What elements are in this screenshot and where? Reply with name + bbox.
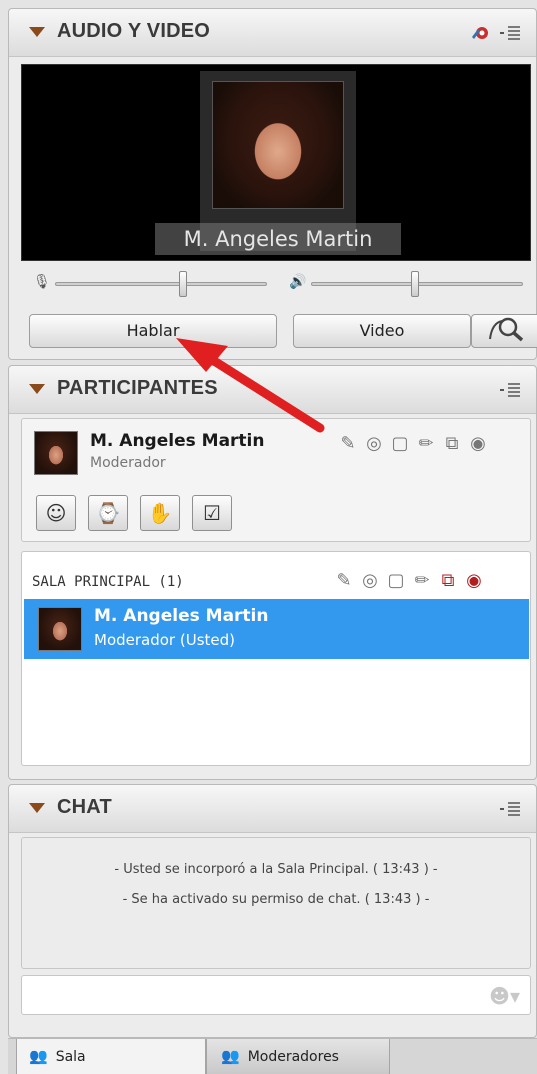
participant-role: Moderador (Usted) bbox=[94, 631, 235, 649]
collapse-caret-icon[interactable] bbox=[29, 384, 45, 394]
my-name: M. Angeles Martin bbox=[90, 431, 265, 451]
users-icon: 👥 bbox=[29, 1047, 48, 1065]
tab-moderadores-label: Moderadores bbox=[247, 1049, 339, 1065]
participants-header[interactable]: PARTICIPANTES bbox=[9, 366, 536, 414]
chat-panel: CHAT - Usted se incorporó a la Sala Prin… bbox=[8, 784, 537, 1038]
speaker-volume-slider[interactable]: 🔊 bbox=[285, 271, 531, 297]
emoticon-picker-icon[interactable]: ☻▾ bbox=[489, 984, 520, 1008]
web-permission-denied-icon[interactable]: ◉ bbox=[464, 570, 484, 591]
away-status-button[interactable]: ⌚ bbox=[88, 495, 128, 531]
zoom-magnifier-icon bbox=[489, 317, 524, 342]
raise-hand-button[interactable]: ✋ bbox=[140, 495, 180, 531]
pencil-permission-icon[interactable]: ✏ bbox=[412, 570, 432, 591]
talk-button[interactable]: Hablar bbox=[29, 314, 277, 348]
share-permission-denied-icon[interactable]: ⧉ bbox=[438, 570, 458, 591]
clock-user-icon: ⌚ bbox=[95, 501, 121, 525]
my-status-box: M. Angeles Martin Moderador ✎ ◎ ▢ ✏ ⧉ ◉ … bbox=[21, 418, 531, 542]
bottom-tabs: 👥 Sala 👥 Moderadores bbox=[8, 1038, 537, 1074]
audio-video-header[interactable]: AUDIO Y VIDEO bbox=[9, 9, 536, 57]
panel-menu-icon[interactable] bbox=[500, 799, 524, 823]
room-list: SALA PRINCIPAL (1) ✎ ◎ ▢ ✏ ⧉ ◉ M. Angele… bbox=[21, 551, 531, 766]
participant-row[interactable]: M. Angeles Martin Moderador (Usted) bbox=[24, 599, 529, 659]
video-zoom-button[interactable] bbox=[471, 314, 537, 348]
webcam-permission-icon[interactable]: ◎ bbox=[364, 433, 384, 454]
poll-button[interactable]: ☑ bbox=[192, 495, 232, 531]
tab-moderadores[interactable]: 👥 Moderadores bbox=[206, 1039, 390, 1074]
checkbox-icon: ☑ bbox=[203, 501, 221, 525]
participant-name: M. Angeles Martin bbox=[94, 606, 269, 626]
hand-icon: ✋ bbox=[147, 501, 173, 525]
video-button[interactable]: Video bbox=[293, 314, 471, 348]
chat-permission-icon[interactable]: ▢ bbox=[386, 570, 406, 591]
microphone-icon: 🎙 bbox=[33, 274, 51, 290]
panel-menu-icon[interactable] bbox=[500, 380, 524, 404]
avatar bbox=[38, 607, 82, 651]
collapse-caret-icon[interactable] bbox=[29, 803, 45, 813]
speaker-slider-thumb[interactable] bbox=[411, 271, 419, 297]
microphone-permission-icon[interactable]: ✎ bbox=[338, 433, 358, 454]
web-permission-icon[interactable]: ◉ bbox=[468, 433, 488, 454]
room-permission-icons: ✎ ◎ ▢ ✏ ⧉ ◉ bbox=[334, 570, 484, 591]
permission-icons: ✎ ◎ ▢ ✏ ⧉ ◉ bbox=[338, 433, 488, 454]
participants-title: PARTICIPANTES bbox=[57, 377, 218, 399]
chat-input-box[interactable]: ☻▾ bbox=[21, 975, 531, 1015]
audio-video-title: AUDIO Y VIDEO bbox=[57, 20, 211, 42]
microphone-slider-track[interactable] bbox=[55, 282, 267, 286]
speaker-icon: 🔊 bbox=[289, 274, 307, 290]
tab-sala[interactable]: 👥 Sala bbox=[16, 1039, 206, 1074]
avatar bbox=[34, 431, 78, 475]
collapse-caret-icon[interactable] bbox=[29, 27, 45, 37]
emotion-button[interactable]: ☺ bbox=[36, 495, 76, 531]
my-role: Moderador bbox=[90, 455, 166, 471]
room-title: SALA PRINCIPAL (1) bbox=[32, 574, 184, 590]
microphone-volume-slider[interactable]: 🎙 bbox=[29, 271, 275, 297]
chat-log: - Usted se incorporó a la Sala Principal… bbox=[21, 837, 531, 969]
settings-gear-icon bbox=[472, 27, 488, 39]
video-name-tag: M. Angeles Martin bbox=[155, 223, 401, 255]
video-area: M. Angeles Martin bbox=[21, 64, 531, 261]
chat-message: - Usted se incorporó a la Sala Principal… bbox=[114, 862, 438, 877]
users-icon: 👥 bbox=[221, 1047, 240, 1065]
chat-title: CHAT bbox=[57, 796, 112, 818]
webcam-permission-icon[interactable]: ◎ bbox=[360, 570, 380, 591]
microphone-permission-icon[interactable]: ✎ bbox=[334, 570, 354, 591]
status-buttons: ☺ ⌚ ✋ ☑ bbox=[36, 495, 232, 531]
audio-video-panel: AUDIO Y VIDEO M. Angeles Martin 🎙 🔊 Habl… bbox=[8, 8, 537, 360]
tab-sala-label: Sala bbox=[55, 1049, 86, 1065]
chat-message: - Se ha activado su permiso de chat. ( 1… bbox=[122, 892, 430, 907]
pencil-permission-icon[interactable]: ✏ bbox=[416, 433, 436, 454]
chat-permission-icon[interactable]: ▢ bbox=[390, 433, 410, 454]
smiley-icon: ☺ bbox=[45, 501, 67, 525]
chat-header[interactable]: CHAT bbox=[9, 785, 536, 833]
participants-panel: PARTICIPANTES M. Angeles Martin Moderado… bbox=[8, 365, 537, 780]
participant-video-image bbox=[212, 81, 344, 209]
panel-menu-icon[interactable] bbox=[470, 23, 524, 47]
microphone-slider-thumb[interactable] bbox=[179, 271, 187, 297]
share-permission-icon[interactable]: ⧉ bbox=[442, 433, 462, 454]
chat-input[interactable] bbox=[28, 981, 478, 1009]
